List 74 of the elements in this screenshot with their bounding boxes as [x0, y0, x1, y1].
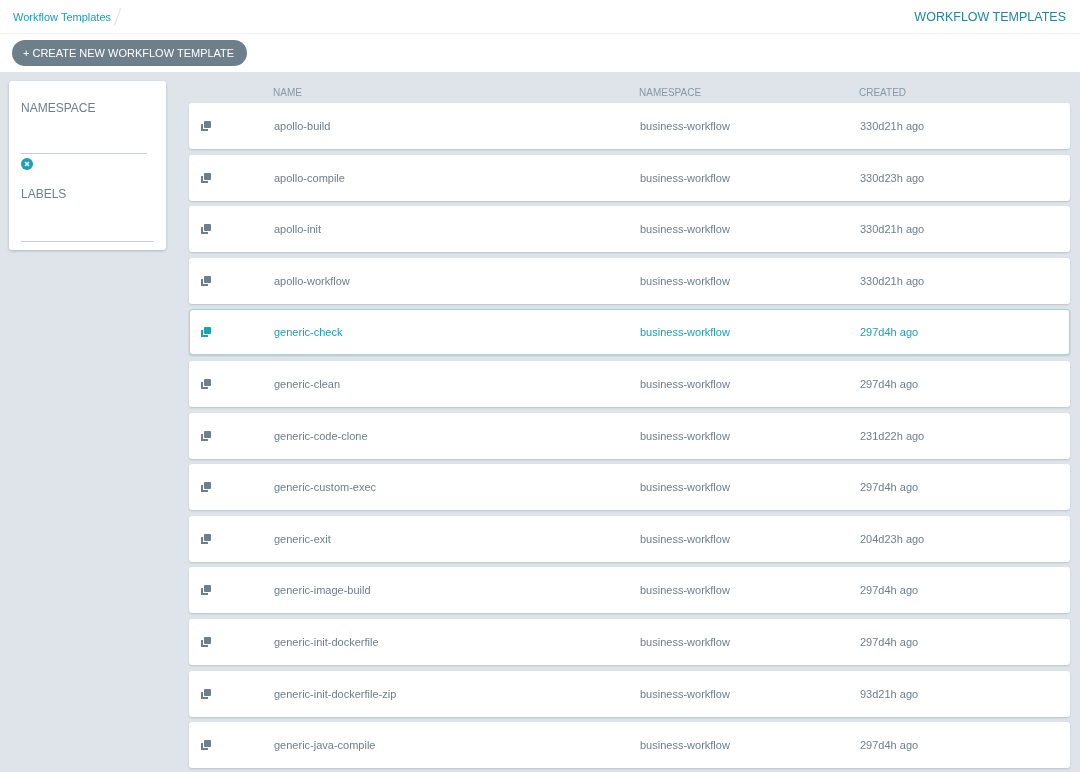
created-time: 297d4h ago [860, 481, 920, 494]
filter-label: LABELS [21, 187, 67, 201]
template-icon [201, 430, 211, 441]
created-time: 297d4h ago [860, 635, 920, 648]
template-row[interactable]: generic-custom-exec business-workflow 297d4h ago [189, 464, 1070, 511]
column-header: NAME [273, 86, 303, 98]
created-time: 204d23h ago [860, 532, 926, 545]
template-name: apollo-workflow [274, 274, 351, 287]
template-icon [201, 327, 211, 338]
created-time: 297d4h ago [860, 326, 920, 339]
template-name: apollo-init [274, 223, 323, 236]
template-icon [201, 121, 211, 131]
template-name: generic-java-compile [274, 739, 377, 752]
template-namespace: business-workflow [640, 532, 731, 545]
template-name: generic-check [274, 326, 344, 339]
template-row[interactable]: generic-clean business-workflow 297d4h ago [189, 360, 1070, 407]
template-row[interactable]: generic-init-dockerfile-zip business-workflow 93d21h ago [189, 670, 1070, 717]
template-namespace: business-workflow [640, 120, 731, 132]
clear-icon[interactable] [21, 158, 33, 170]
template-namespace: business-workflow [640, 584, 731, 597]
filter-label: NAMESPACE [21, 101, 96, 115]
template-row[interactable]: apollo-compile business-workflow 330d23h ago [189, 154, 1070, 201]
template-row[interactable]: apollo-init business-workflow 330d21h ago [189, 206, 1070, 253]
template-row[interactable]: apollo-workflow business-workflow 330d21h ago [189, 257, 1070, 304]
template-namespace: business-workflow [640, 326, 731, 339]
template-row[interactable]: generic-exit business-workflow 204d23h ago [189, 515, 1070, 562]
template-namespace: business-workflow [640, 377, 731, 390]
template-row[interactable]: generic-code-clone business-workflow 231d22h ago [189, 412, 1070, 459]
template-icon [201, 482, 211, 493]
template-row[interactable]: generic-java-compile business-workflow 297d4h ago [189, 722, 1070, 769]
created-time: 297d4h ago [860, 377, 920, 390]
template-namespace: business-workflow [640, 274, 731, 287]
create-template-button[interactable]: + CREATE NEW WORKFLOW TEMPLATE [12, 40, 248, 66]
template-namespace: business-workflow [640, 223, 731, 236]
page-title: WORKFLOW TEMPLATES [914, 9, 1066, 24]
created-time: 297d4h ago [860, 739, 920, 752]
template-name: generic-init-dockerfile [274, 635, 380, 648]
template-namespace: business-workflow [640, 635, 731, 648]
template-icon [201, 275, 211, 286]
template-row[interactable]: generic-init-dockerfile business-workflow 297d4h ago [189, 618, 1070, 665]
template-icon [201, 740, 211, 751]
column-header: NAMESPACE [639, 86, 703, 98]
template-icon [201, 585, 211, 596]
template-name: generic-init-dockerfile-zip [274, 687, 398, 700]
template-namespace: business-workflow [640, 687, 731, 700]
template-row[interactable]: generic-image-build business-workflow 297d4h ago [189, 567, 1070, 614]
template-namespace: business-workflow [640, 481, 731, 494]
template-icon [201, 224, 211, 235]
template-name: generic-image-build [274, 584, 372, 597]
template-namespace: business-workflow [640, 739, 731, 752]
template-icon [201, 533, 211, 544]
created-time: 93d21h ago [860, 687, 920, 700]
template-row[interactable]: generic-check business-workflow 297d4h ago [189, 309, 1070, 356]
template-name: apollo-compile [274, 171, 346, 184]
template-name: generic-custom-exec [274, 481, 378, 494]
template-name: generic-clean [274, 377, 342, 390]
template-namespace: business-workflow [640, 429, 731, 442]
template-icon [201, 172, 211, 183]
breadcrumb-link[interactable]: Workflow Templates [13, 10, 112, 23]
created-time: 231d22h ago [860, 429, 926, 442]
template-name: generic-code-clone [274, 429, 369, 442]
template-name: generic-exit [274, 532, 332, 545]
created-time: 297d4h ago [860, 584, 920, 597]
template-namespace: business-workflow [640, 171, 731, 184]
template-icon [201, 378, 211, 389]
template-row[interactable]: apollo-build business-workflow 330d21h ago [189, 103, 1070, 149]
column-header: CREATED [859, 86, 908, 98]
created-time: 330d23h ago [860, 171, 926, 184]
created-time: 330d21h ago [860, 120, 926, 132]
created-time: 330d21h ago [860, 223, 926, 236]
template-icon [201, 688, 211, 699]
created-time: 330d21h ago [860, 274, 926, 287]
template-icon [201, 636, 211, 647]
template-name: apollo-build [274, 120, 332, 132]
